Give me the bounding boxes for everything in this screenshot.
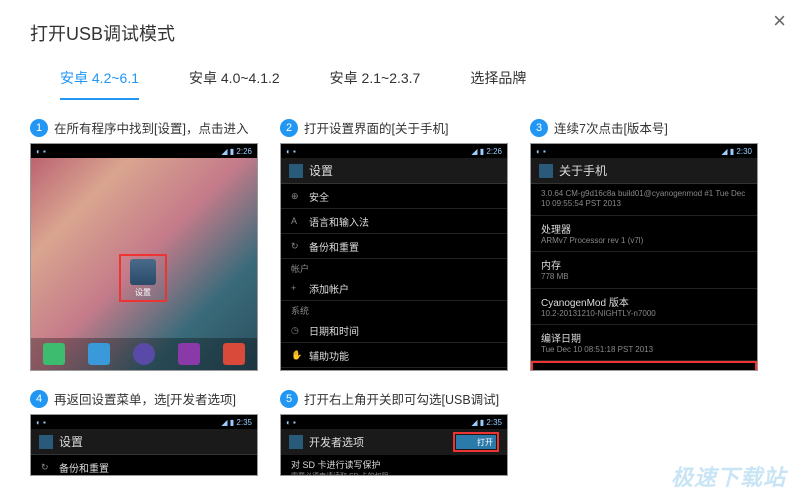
backup-icon: ↻ <box>291 241 301 252</box>
tab-android-42-61[interactable]: 安卓 4.2~6.1 <box>60 68 139 100</box>
status-left-icons: ◐ ▪ <box>36 418 46 427</box>
usb-debug-modal: × 打开USB调试模式 安卓 4.2~6.1 安卓 4.0~4.1.2 安卓 2… <box>0 0 800 500</box>
language-icon: A <box>291 216 301 226</box>
accessibility-icon: ✋ <box>291 350 301 361</box>
status-bar: ◐ ▪ ◢ ▮ 2:35 <box>281 415 507 429</box>
status-time: ◢ ▮ 2:35 <box>221 418 252 427</box>
list-item: A语言和输入法 <box>281 209 507 234</box>
status-time: ◢ ▮ 2:26 <box>221 147 252 156</box>
section-header: 帐户 <box>281 259 507 276</box>
step-1: 1 在所有程序中找到[设置]，点击进入 ◐ ▪ ◢ ▮ 2:26 设置 <box>30 118 262 371</box>
dock-apps-icon <box>133 343 155 365</box>
phone-screenshot-settings: ◐ ▪ ◢ ▮ 2:26 设置 ⊕安全 A语言和输入法 ↻备份和重置 帐户 +添… <box>280 143 508 371</box>
modal-title: 打开USB调试模式 <box>30 20 770 46</box>
dock-phone-icon <box>43 343 65 365</box>
status-time: ◢ ▮ 2:30 <box>721 147 752 156</box>
step-2: 2 打开设置界面的[关于手机] ◐ ▪ ◢ ▮ 2:26 设置 ⊕安全 A语言和… <box>280 118 512 371</box>
settings-titlebar: 设置 <box>281 158 507 184</box>
phone-screenshot-home: ◐ ▪ ◢ ▮ 2:26 设置 <box>30 143 258 371</box>
settings-title: 设置 <box>309 162 333 179</box>
settings-list: ⊕安全 A语言和输入法 ↻备份和重置 帐户 +添加帐户 系统 ◷日期和时间 ✋辅… <box>281 184 507 371</box>
backup-icon: ↻ <box>41 462 51 473</box>
step-text: 连续7次点击[版本号] <box>554 118 668 137</box>
about-titlebar: 关于手机 <box>531 158 757 184</box>
step-number: 4 <box>30 390 48 408</box>
back-icon <box>289 435 303 449</box>
dock-browser-icon <box>223 343 245 365</box>
list-item: CyanogenMod 版本10.2-20131210-NIGHTLY-n700… <box>531 289 757 325</box>
step-3: 3 连续7次点击[版本号] ◐ ▪ ◢ ▮ 2:30 关于手机 3.0.64 C… <box>530 118 762 371</box>
step-number: 2 <box>280 119 298 137</box>
step-text: 再返回设置菜单，选[开发者选项] <box>54 389 236 408</box>
status-bar: ◐ ▪ ◢ ▮ 2:26 <box>281 144 507 158</box>
status-time: ◢ ▮ 2:26 <box>471 147 502 156</box>
tab-android-40-412[interactable]: 安卓 4.0~4.1.2 <box>189 68 280 100</box>
close-icon[interactable]: × <box>773 8 786 34</box>
status-bar: ◐ ▪ ◢ ▮ 2:30 <box>531 144 757 158</box>
list-item: ↻备份和重置 <box>31 455 257 476</box>
step-number: 3 <box>530 119 548 137</box>
settings-icon <box>130 259 156 285</box>
list-item: +添加帐户 <box>281 276 507 301</box>
section-header: 系统 <box>281 301 507 318</box>
dev-titlebar: 开发者选项 打开 <box>281 429 507 455</box>
clock-icon: ◷ <box>291 325 301 336</box>
dev-title: 开发者选项 <box>309 434 364 450</box>
build-number-item: 版本号cm_n7000-userdebug 4.3.1 JLS36I 01ad8… <box>531 361 757 371</box>
list-item: ⊕安全 <box>281 184 507 209</box>
dock-bar <box>31 338 257 370</box>
status-left-icons: ◐ ▪ <box>286 147 296 156</box>
settings-label: 设置 <box>135 287 151 298</box>
tab-bar: 安卓 4.2~6.1 安卓 4.0~4.1.2 安卓 2.1~2.3.7 选择品… <box>30 68 770 100</box>
list-item: ↻备份和重置 <box>281 234 507 259</box>
back-icon <box>539 164 553 178</box>
add-icon: + <box>291 283 301 293</box>
dev-toggle: 打开 <box>453 432 499 452</box>
step-text: 打开右上角开关即可勾选[USB调试] <box>304 389 499 408</box>
dev-item-label: 对 SD 卡进行读写保护 <box>291 458 497 471</box>
list-item: ✋辅助功能 <box>281 343 507 368</box>
phone-screenshot-dev-options: ◐ ▪ ◢ ▮ 2:35 开发者选项 打开 对 SD 卡进行读写保护 需要必须申… <box>280 414 508 476</box>
step-number: 5 <box>280 390 298 408</box>
dock-sms-icon <box>178 343 200 365</box>
status-left-icons: ◐ ▪ <box>36 147 46 156</box>
about-title: 关于手机 <box>559 162 607 179</box>
list-item: 内存778 MB <box>531 252 757 288</box>
security-icon: ⊕ <box>291 191 301 202</box>
list-item: 3.0.64 CM-g9d16c8a build01@cyanogenmod #… <box>531 184 757 216</box>
tab-android-21-237[interactable]: 安卓 2.1~2.3.7 <box>330 68 421 100</box>
settings-app-icon: 设置 <box>119 254 167 302</box>
watermark: 极速下载站 <box>671 460 786 492</box>
step-4: 4 再返回设置菜单，选[开发者选项] ◐ ▪ ◢ ▮ 2:35 设置 ↻备份和重… <box>30 389 262 476</box>
list-item: ◷日期和时间 <box>281 318 507 343</box>
list-item: 编译日期Tue Dec 10 08:51:18 PST 2013 <box>531 325 757 361</box>
phone-screenshot-settings-back: ◐ ▪ ◢ ▮ 2:35 设置 ↻备份和重置 <box>30 414 258 476</box>
dock-contacts-icon <box>88 343 110 365</box>
status-left-icons: ◐ ▪ <box>536 147 546 156</box>
step-text: 在所有程序中找到[设置]，点击进入 <box>54 118 248 137</box>
phone-screenshot-about: ◐ ▪ ◢ ▮ 2:30 关于手机 3.0.64 CM-g9d16c8a bui… <box>530 143 758 371</box>
steps-container: 1 在所有程序中找到[设置]，点击进入 ◐ ▪ ◢ ▮ 2:26 设置 <box>30 118 770 476</box>
toggle-on: 打开 <box>456 435 496 449</box>
settings-titlebar: 设置 <box>31 429 257 455</box>
back-icon <box>39 435 53 449</box>
tab-select-brand[interactable]: 选择品牌 <box>470 68 526 100</box>
status-bar: ◐ ▪ ◢ ▮ 2:35 <box>31 415 257 429</box>
list-item: #超级用户 <box>281 368 507 371</box>
status-bar: ◐ ▪ ◢ ▮ 2:26 <box>31 144 257 158</box>
settings-title: 设置 <box>59 433 83 450</box>
step-text: 打开设置界面的[关于手机] <box>304 118 448 137</box>
about-list: 3.0.64 CM-g9d16c8a build01@cyanogenmod #… <box>531 184 757 371</box>
status-time: ◢ ▮ 2:35 <box>471 418 502 427</box>
list-item: 处理器ARMv7 Processor rev 1 (v7l) <box>531 216 757 252</box>
dev-item-sub: 需要必须申请读取 SD 卡的权限 <box>291 471 497 476</box>
status-left-icons: ◐ ▪ <box>286 418 296 427</box>
back-icon <box>289 164 303 178</box>
step-number: 1 <box>30 119 48 137</box>
